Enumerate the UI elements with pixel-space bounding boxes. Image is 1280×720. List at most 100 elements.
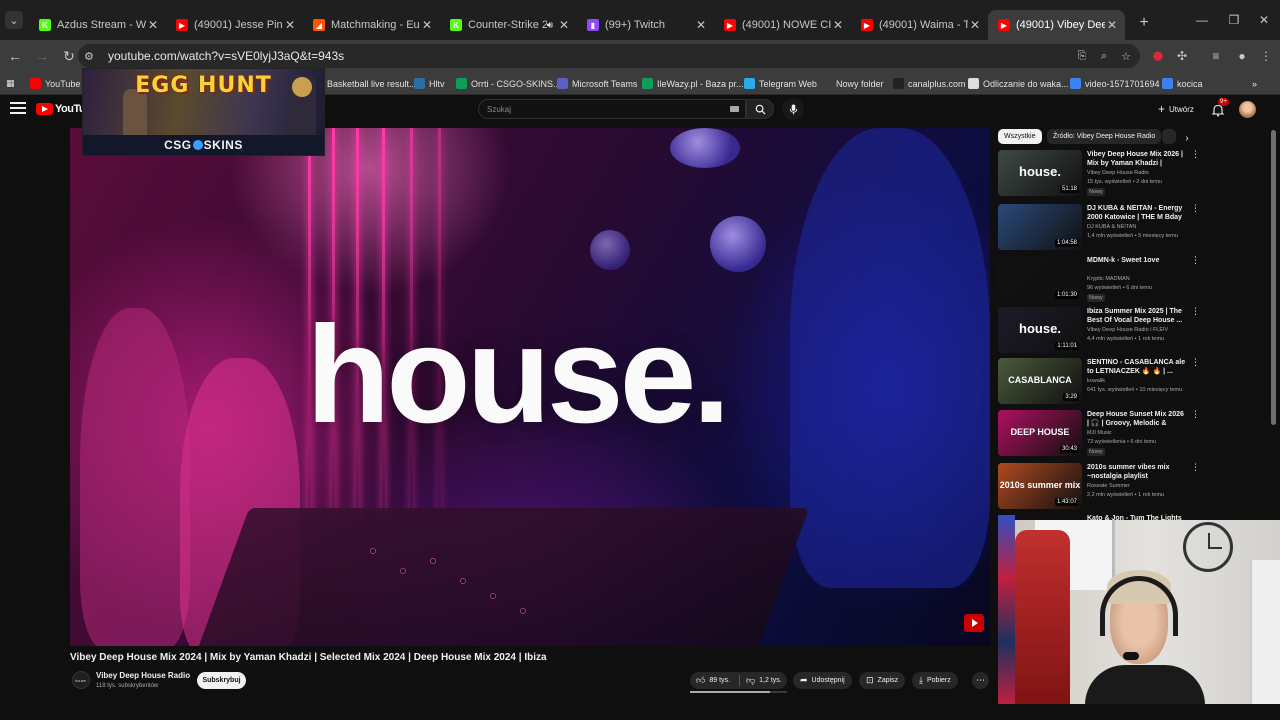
recommendation-title: Vibey Deep House Mix 2026 | Mix by Yaman…: [1087, 151, 1183, 167]
url-text[interactable]: youtube.com/watch?v=sVE0lyjJ3aQ&t=943s: [108, 49, 344, 63]
tab-1[interactable]: K Azdus Stream - Watch Li✕: [29, 10, 166, 40]
chevron-right-icon[interactable]: ›: [1180, 131, 1194, 145]
new-tab-button[interactable]: +: [1133, 12, 1155, 34]
recommendation-thumbnail[interactable]: CASABLANCA 3:29: [998, 358, 1082, 404]
tab-favicon-icon: ▮: [587, 19, 599, 31]
youtube-watermark-icon[interactable]: [964, 614, 984, 632]
close-tab-icon[interactable]: ✕: [420, 18, 434, 32]
speaker-icon[interactable]: 🔊︎: [547, 20, 553, 31]
recommendation-item[interactable]: house. 1:11:01 Ibiza Summer Mix 2025 | The…: [998, 307, 1200, 353]
recommendation-item[interactable]: 1:04:58 DJ KUBA & NEITAN - Energy 2000 Ka…: [998, 204, 1200, 250]
browser-menu-icon[interactable]: ⋮: [1254, 44, 1278, 68]
bookmark-item[interactable]: Basketball live result...: [312, 75, 417, 92]
tab-3[interactable]: ◢ Matchmaking - Europe 5c✕: [303, 10, 440, 40]
share-button[interactable]: ➦ Udostępnij: [793, 672, 852, 689]
tab-2[interactable]: ▶ (49001) Jesse Pinkman - Y✕: [166, 10, 303, 40]
kebab-menu-icon[interactable]: ⋮: [1191, 307, 1200, 316]
close-tab-icon[interactable]: ✕: [1105, 18, 1119, 32]
create-button[interactable]: + Utwórz: [1154, 100, 1198, 118]
recommendation-thumbnail[interactable]: 1:01:30: [998, 256, 1082, 302]
bookmark-item[interactable]: Microsoft Teams: [557, 75, 637, 92]
channel-avatar[interactable]: house.: [72, 671, 90, 689]
tab-8[interactable]: ▶ (49001) Vibey Deep Hous✕: [988, 10, 1125, 40]
kebab-menu-icon[interactable]: ⋮: [1191, 150, 1200, 159]
chip-all[interactable]: Wszystkie: [998, 129, 1042, 144]
close-tab-icon[interactable]: ✕: [968, 18, 982, 32]
tab-6[interactable]: ▶ (49001) NOWE CIOCIE - R✕: [714, 10, 851, 40]
bookmark-item[interactable]: YouTube: [30, 75, 80, 92]
like-button[interactable]: 👍︎ 89 tys.: [696, 672, 730, 689]
kebab-menu-icon[interactable]: ⋮: [1191, 256, 1200, 265]
back-button[interactable]: ←: [3, 44, 27, 68]
bookmark-item[interactable]: Nowy folder: [821, 75, 884, 92]
extension-icon[interactable]: ⬣: [1146, 44, 1170, 68]
apps-grid-icon[interactable]: ▦: [6, 75, 15, 92]
keyboard-icon[interactable]: [730, 106, 739, 112]
recommendation-meta: 2,2 mln wyświetleń • 1 rok temu: [1087, 492, 1165, 498]
ad-banner[interactable]: EGG HUNT CSG SKINS: [82, 68, 325, 156]
subscribe-button[interactable]: Subskrybuj: [197, 672, 246, 689]
close-tab-icon[interactable]: ✕: [283, 18, 297, 32]
kebab-menu-icon[interactable]: ⋮: [1191, 204, 1200, 213]
bookmark-label: Nowy folder: [836, 78, 884, 89]
kebab-menu-icon[interactable]: ⋮: [1191, 410, 1200, 419]
kebab-menu-icon[interactable]: ⋮: [1191, 463, 1200, 472]
tab-5[interactable]: ▮ (99+) Twitch ✕: [577, 10, 714, 40]
recommendation-item[interactable]: 2010s summer mix 1:43:07 2010s summer vibe…: [998, 463, 1200, 509]
close-tab-icon[interactable]: ✕: [694, 18, 708, 32]
menu-icon[interactable]: [10, 102, 26, 116]
bookmark-item[interactable]: kocica: [1162, 75, 1203, 92]
channel-name[interactable]: Vibey Deep House Radio: [96, 671, 190, 680]
chip-partial[interactable]: [1162, 129, 1176, 144]
bookmark-item[interactable]: Orrti - CSGO-SKINS...: [456, 75, 561, 92]
microphone-icon: [789, 103, 797, 115]
recommendation-item[interactable]: CASABLANCA 3:29 SENTINO - CASABLANCA ale t…: [998, 358, 1200, 404]
recommendation-item[interactable]: 1:01:30 MDMN-k - Sweet 1ove Kryptic MADMAN…: [998, 256, 1200, 302]
tab-4[interactable]: K Counter-Strike 2 Strea🔊︎ ✕: [440, 10, 577, 40]
recommendation-thumbnail[interactable]: DEEP HOUSE 30:43: [998, 410, 1082, 456]
more-actions-button[interactable]: ⋯: [972, 672, 989, 689]
bookmark-item[interactable]: Telegram Web: [744, 75, 817, 92]
reading-list-icon[interactable]: ≡: [1204, 44, 1228, 68]
sidebar-scrollbar[interactable]: [1271, 130, 1276, 425]
recommendation-item[interactable]: house. 51:18 Vibey Deep House Mix 2026 | M…: [998, 150, 1200, 196]
close-tab-icon[interactable]: ✕: [146, 18, 160, 32]
install-app-icon[interactable]: ⎘: [1074, 48, 1090, 64]
video-player[interactable]: house.: [70, 128, 990, 646]
tab-7[interactable]: ▶ (49001) Waima - TOPFLO✕: [851, 10, 988, 40]
recommendation-thumbnail[interactable]: 1:04:58: [998, 204, 1082, 250]
recommendation-thumbnail[interactable]: 2010s summer mix 1:43:07: [998, 463, 1082, 509]
close-tab-icon[interactable]: ✕: [831, 18, 845, 32]
recommendation-item[interactable]: DEEP HOUSE 30:43 Deep House Sunset Mix 202…: [998, 410, 1200, 456]
recommendation-title: Ibiza Summer Mix 2025 | The Best Of Voca…: [1087, 308, 1183, 324]
tab-search-dropdown[interactable]: ⌄: [5, 11, 23, 29]
chip-source[interactable]: Źródło: Vibey Deep House Radio: [1047, 129, 1162, 144]
kebab-menu-icon[interactable]: ⋮: [1191, 358, 1200, 367]
bookmark-item[interactable]: video-1571701694: [1070, 75, 1160, 92]
dislike-button[interactable]: 👎︎ 1,2 tys.: [746, 672, 782, 689]
profile-icon[interactable]: ●: [1230, 44, 1254, 68]
mixer-knob: [460, 578, 466, 584]
voice-search-button[interactable]: [782, 98, 804, 120]
search-input[interactable]: Szukaj: [478, 99, 746, 119]
close-tab-icon[interactable]: ✕: [557, 18, 571, 32]
bookmarks-overflow-icon[interactable]: »: [1252, 75, 1257, 92]
download-button[interactable]: ⤓ Pobierz: [912, 672, 958, 689]
bookmark-item[interactable]: IleWazy.pl - Baza pr...: [642, 75, 744, 92]
notifications-button[interactable]: 9+: [1208, 98, 1229, 120]
save-button[interactable]: ⊡ Zapisz: [859, 672, 906, 689]
bookmark-item[interactable]: Hltv: [414, 75, 445, 92]
forward-button[interactable]: →: [30, 44, 54, 68]
recommendation-thumbnail[interactable]: house. 1:11:01: [998, 307, 1082, 353]
site-info-icon[interactable]: ⚙: [84, 50, 102, 63]
account-avatar[interactable]: [1239, 101, 1256, 118]
bookmark-item[interactable]: Odliczanie do waka...: [968, 75, 1069, 92]
close-window-icon[interactable]: ✕: [1244, 0, 1280, 40]
extensions-puzzle-icon[interactable]: ✣: [1170, 44, 1194, 68]
zoom-icon[interactable]: ⌕: [1096, 48, 1112, 64]
recommendation-thumbnail[interactable]: house. 51:18: [998, 150, 1082, 196]
bookmark-star-icon[interactable]: ☆: [1118, 48, 1134, 64]
omnibox[interactable]: ⚙ youtube.com/watch?v=sVE0lyjJ3aQ&t=943s…: [78, 44, 1140, 68]
search-button[interactable]: [746, 99, 774, 119]
bookmark-item[interactable]: canalplus.com: [893, 75, 966, 92]
